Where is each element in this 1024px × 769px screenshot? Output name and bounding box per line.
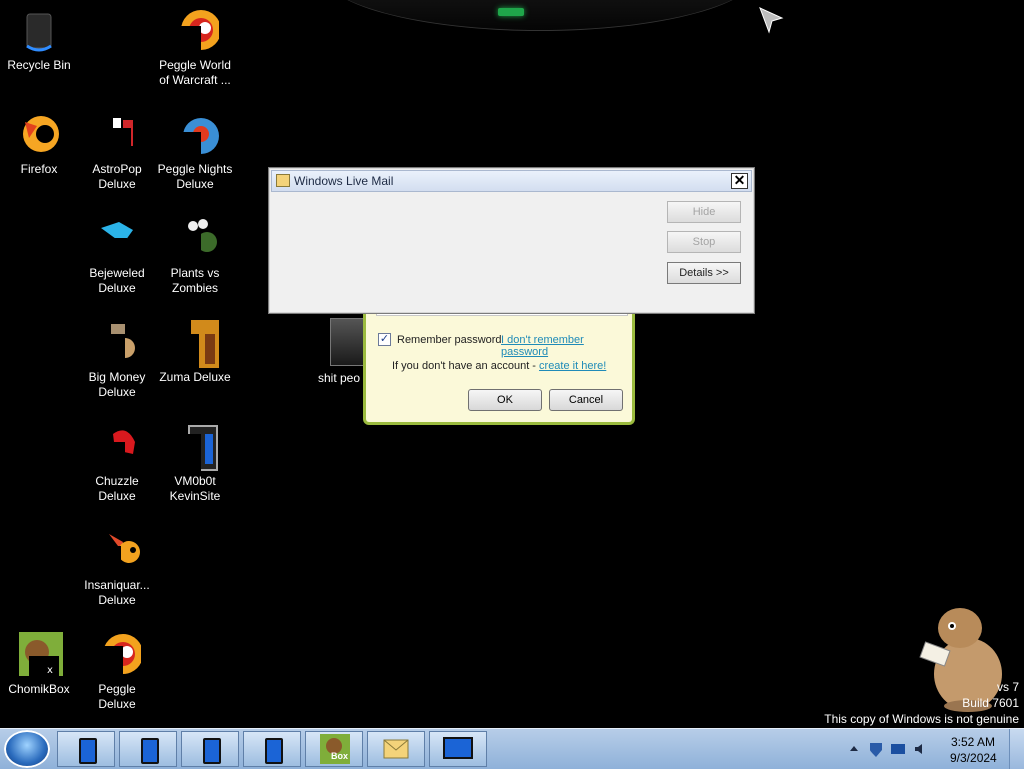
desktop-icon-bejeweled[interactable]: Bejeweled Deluxe — [78, 216, 156, 296]
icon-label: Insaniquar... Deluxe — [84, 578, 150, 607]
chuzzle-icon — [93, 424, 141, 472]
watermark-line-1: vs 7 — [996, 680, 1019, 694]
mail-app-icon — [276, 174, 290, 187]
icon-label: Bejeweled Deluxe — [89, 266, 145, 295]
icon-label: Peggle Deluxe — [98, 682, 136, 711]
folder-icon[interactable] — [330, 318, 366, 366]
desktop-icon-recycle-bin[interactable]: Recycle Bin — [0, 8, 78, 73]
desktop-icon-astropop[interactable]: AstroPop Deluxe — [78, 112, 156, 192]
chomikbox-icon: x — [15, 632, 63, 680]
dialog-titlebar[interactable]: Windows Live Mail ✕ — [271, 170, 752, 192]
clock[interactable]: 3:52 AM 9/3/2024 — [950, 734, 997, 766]
firefox-icon — [15, 112, 63, 160]
peggle-deluxe-icon — [93, 632, 143, 680]
desktop-icon-peggle-deluxe[interactable]: Peggle Deluxe — [78, 632, 156, 712]
partial-icon-label: shit peo asked m — [318, 371, 364, 385]
show-hidden-icons-icon[interactable] — [846, 741, 862, 757]
taskbar-button[interactable] — [119, 731, 177, 767]
desktop-icon-chuzzle[interactable]: Chuzzle Deluxe — [78, 424, 156, 504]
hide-button[interactable]: Hide — [667, 201, 741, 223]
windows-genuine-watermark: vs 7 Build 7601 This copy of Windows is … — [824, 679, 1019, 727]
icon-label: Big Money Deluxe — [88, 370, 146, 399]
taskbar-button[interactable] — [181, 731, 239, 767]
svg-text:x: x — [47, 665, 53, 676]
login-panel: ✓ Remember password I don't remember pas… — [363, 305, 635, 425]
desktop-icon-vm0b0t[interactable]: VM0b0t KevinSite — [156, 424, 234, 504]
desktop-icon-zuma[interactable]: Zuma Deluxe — [156, 320, 234, 385]
chomikbox-taskbar-label: Box — [331, 751, 349, 761]
gadget-led — [498, 8, 524, 16]
desktop-icon-plants-vs-zombies[interactable]: Plants vs Zombies — [156, 216, 234, 296]
monitor-icon — [443, 737, 473, 759]
dialog-title: Windows Live Mail — [294, 174, 394, 188]
clock-time: 3:52 AM — [950, 735, 996, 749]
create-account-link[interactable]: create it here! — [539, 360, 606, 372]
taskbar-button[interactable] — [57, 731, 115, 767]
desktop-icon-big-money[interactable]: Big Money Deluxe — [78, 320, 156, 400]
recycle-bin-icon — [15, 8, 63, 56]
taskbar-button[interactable] — [243, 731, 301, 767]
no-account-text: If you don't have an account - create it… — [392, 360, 606, 372]
watermark-line-3: This copy of Windows is not genuine — [824, 712, 1019, 726]
vm0b0t-icon — [171, 424, 219, 472]
system-tray: 3:52 AM 9/3/2024 — [842, 729, 1024, 769]
icon-label: VM0b0t KevinSite — [169, 474, 221, 503]
icon-label: Peggle Nights Deluxe — [157, 162, 233, 191]
taskbar: Box 3:52 AM 9/3/2024 — [0, 728, 1024, 769]
close-button[interactable]: ✕ — [731, 173, 748, 189]
window-icon — [79, 738, 97, 764]
icon-label: ChomikBox — [8, 682, 70, 696]
window-icon — [203, 738, 221, 764]
peggle-nights-icon — [171, 112, 219, 160]
bejeweled-icon — [93, 216, 141, 264]
desktop-icon-firefox[interactable]: Firefox — [0, 112, 78, 177]
no-account-label: If you don't have an account - — [392, 360, 540, 372]
taskbar-button[interactable] — [429, 731, 487, 767]
mouse-pointer-icon — [759, 7, 784, 34]
stop-button[interactable]: Stop — [667, 231, 741, 253]
icon-label: Recycle Bin — [7, 58, 71, 72]
insaniquarium-icon — [93, 528, 141, 576]
desktop-icon-peggle-nights[interactable]: Peggle Nights Deluxe — [156, 112, 234, 192]
window-icon — [141, 738, 159, 764]
desktop-icon-peggle-wow[interactable]: Peggle World of Warcraft ... — [156, 8, 234, 88]
mail-icon — [383, 739, 409, 759]
icon-label: AstroPop Deluxe — [92, 162, 142, 191]
details-button[interactable]: Details >> — [667, 262, 741, 284]
plants-vs-zombies-icon — [171, 216, 219, 264]
big-money-icon — [93, 320, 141, 368]
icon-label: Zuma Deluxe — [159, 370, 231, 384]
start-button[interactable] — [4, 730, 50, 768]
top-gadget — [320, 0, 760, 31]
desktop-icon-chomikbox[interactable]: x ChomikBox — [0, 632, 78, 697]
astropop-icon — [93, 112, 141, 160]
forgot-password-link[interactable]: I don't remember password — [501, 334, 632, 358]
volume-icon[interactable] — [912, 741, 928, 757]
zuma-icon — [171, 320, 219, 368]
icon-label: Plants vs Zombies — [170, 266, 220, 295]
remember-password-checkbox[interactable]: ✓ — [378, 333, 391, 346]
action-center-icon[interactable] — [868, 741, 884, 757]
taskbar-button-windows-live-mail[interactable] — [367, 731, 425, 767]
network-icon[interactable] — [890, 741, 906, 757]
remember-password-label: Remember password — [397, 334, 502, 346]
watermark-line-2: Build 7601 — [962, 696, 1019, 710]
cancel-button[interactable]: Cancel — [549, 389, 623, 411]
ok-button[interactable]: OK — [468, 389, 542, 411]
window-icon — [265, 738, 283, 764]
clock-date: 9/3/2024 — [950, 751, 997, 765]
icon-label: Chuzzle Deluxe — [95, 474, 139, 503]
icon-label: Firefox — [20, 162, 58, 176]
desktop-icon-insaniquarium[interactable]: Insaniquar... Deluxe — [78, 528, 156, 608]
windows-live-mail-dialog: Windows Live Mail ✕ Hide Stop Details >> — [268, 167, 755, 314]
icon-label: Peggle World of Warcraft ... — [159, 58, 231, 87]
show-desktop-button[interactable] — [1009, 729, 1024, 769]
taskbar-button-chomikbox[interactable]: Box — [305, 731, 363, 767]
peggle-wow-icon — [171, 8, 221, 56]
